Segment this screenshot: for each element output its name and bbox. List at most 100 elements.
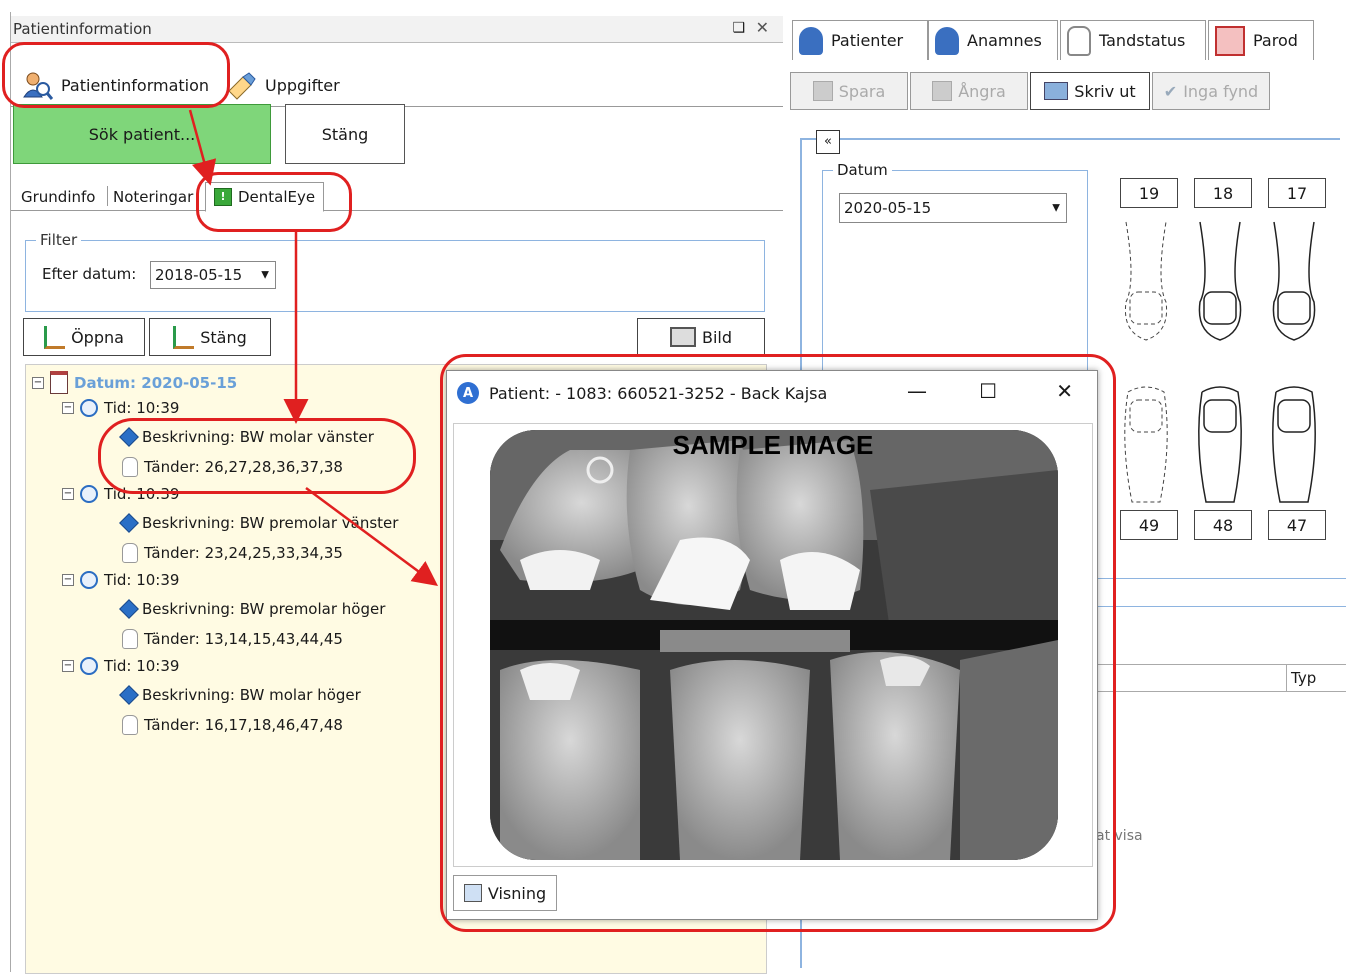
tooth-19-upper	[1124, 221, 1168, 341]
tooth-number-17[interactable]: 17	[1268, 178, 1326, 208]
datum-value: 2020-05-15	[844, 199, 932, 217]
tooth-48-lower	[1198, 386, 1242, 503]
section-rule	[1086, 606, 1346, 607]
collapse-section-button[interactable]: «	[816, 130, 840, 154]
print-button[interactable]: Skriv ut	[1030, 72, 1150, 110]
tooth-chart[interactable]	[1116, 212, 1336, 512]
tooth-number-48[interactable]: 48	[1194, 510, 1252, 540]
image-label: Bild	[701, 327, 733, 347]
close-tree-icon	[173, 325, 195, 349]
tree-teeth-node[interactable]: Tänder: 23,24,25,33,34,35	[122, 543, 343, 563]
tab-tandstatus[interactable]: Tandstatus	[1060, 20, 1206, 60]
tooth-number-18[interactable]: 18	[1194, 178, 1252, 208]
tooth-tab-icon	[1067, 25, 1091, 56]
printer-icon	[1044, 82, 1069, 100]
tooth-18-upper	[1198, 221, 1242, 341]
tree-desc-label: Beskrivning: BW molar höger	[142, 686, 361, 704]
search-patient-button[interactable]: Sök patient...	[13, 104, 271, 164]
check-icon: ✔	[1163, 81, 1178, 101]
tooth-icon	[122, 629, 138, 649]
tab-noteringar[interactable]: Noteringar	[113, 188, 193, 206]
datum-select[interactable]: 2020-05-15 ▼	[839, 193, 1067, 223]
tab-anamnes[interactable]: Anamnes	[928, 20, 1058, 60]
collapse-icon[interactable]: −	[62, 402, 74, 414]
tab-parod[interactable]: Parod	[1208, 20, 1314, 60]
filter-legend: Filter	[36, 231, 82, 249]
collapse-icon[interactable]: −	[62, 488, 74, 500]
close-tree-label: Stäng	[200, 327, 247, 347]
tree-time-node[interactable]: − Tid: 10:39	[62, 399, 179, 417]
section-rule	[1086, 578, 1346, 579]
tree-desc-node[interactable]: Beskrivning: BW premolar höger	[119, 599, 386, 619]
tooth-17-upper	[1272, 221, 1316, 341]
collapse-icon[interactable]: −	[62, 574, 74, 586]
search-patient-label: Sök patient...	[88, 124, 196, 144]
tooth-number-47[interactable]: 47	[1268, 510, 1326, 540]
tree-teeth-label: Tänder: 16,17,18,46,47,48	[144, 716, 343, 734]
no-findings-label: Inga fynd	[1183, 81, 1259, 101]
print-label: Skriv ut	[1074, 81, 1136, 101]
collapse-icon[interactable]: −	[32, 376, 44, 389]
findings-table-header: Typ	[1086, 664, 1346, 692]
pin-icon[interactable]: ❑	[732, 20, 745, 36]
anamnes-icon	[935, 26, 959, 55]
tab-separator	[107, 186, 108, 206]
annotation-ring-patientinfo	[2, 42, 230, 108]
tab-uppgifter[interactable]: Uppgifter	[225, 64, 340, 106]
tooth-number-19[interactable]: 19	[1120, 178, 1178, 208]
tree-time-node[interactable]: − Tid: 10:39	[62, 571, 179, 589]
annotation-ring-tree-entry	[98, 418, 416, 494]
tooth-icon	[122, 715, 138, 735]
save-icon	[812, 81, 833, 101]
tree-desc-node[interactable]: Beskrivning: BW premolar vänster	[119, 513, 399, 533]
tree-desc-label: Beskrivning: BW premolar vänster	[142, 514, 399, 532]
tooth-icon	[122, 543, 138, 563]
save-button[interactable]: Spara	[790, 72, 908, 110]
tab-patienter[interactable]: Patienter	[792, 20, 928, 60]
tree-teeth-label: Tänder: 13,14,15,43,44,45	[144, 630, 343, 648]
tree-date-node[interactable]: − Datum: 2020-05-15	[32, 371, 237, 394]
tree-desc-node[interactable]: Beskrivning: BW molar höger	[119, 685, 361, 705]
tree-time-label: Tid: 10:39	[104, 399, 180, 417]
tree-teeth-label: Tänder: 23,24,25,33,34,35	[144, 544, 343, 562]
tree-time-node[interactable]: − Tid: 10:39	[62, 657, 179, 675]
tooth-number-49[interactable]: 49	[1120, 510, 1178, 540]
tree-teeth-node[interactable]: Tänder: 13,14,15,43,44,45	[122, 629, 343, 649]
tab-anamnes-label: Anamnes	[967, 31, 1042, 50]
column-type[interactable]: Typ	[1286, 665, 1316, 691]
close-panel-icon[interactable]: ✕	[756, 18, 769, 37]
section-rule	[800, 138, 1340, 140]
tree-time-label: Tid: 10:39	[104, 657, 180, 675]
calendar-icon	[50, 371, 68, 394]
panel-title: Patientinformation	[13, 20, 152, 38]
date-filter-select[interactable]: 2018-05-15 ▼	[150, 261, 276, 289]
clock-icon	[80, 657, 98, 675]
tree-desc-label: Beskrivning: BW premolar höger	[142, 600, 386, 618]
patients-icon	[799, 26, 823, 55]
image-icon	[669, 327, 696, 347]
watermark-text: SAMPLE IMAGE	[672, 430, 874, 460]
image-button[interactable]: Bild	[637, 318, 765, 356]
tab-grundinfo[interactable]: Grundinfo	[21, 188, 95, 206]
clock-icon	[80, 571, 98, 589]
undo-label: Ångra	[958, 81, 1006, 101]
tab-patienter-label: Patienter	[831, 31, 904, 50]
info-icon	[119, 513, 139, 533]
close-patient-label: Stäng	[321, 124, 369, 144]
collapse-icon[interactable]: −	[62, 660, 74, 672]
sub-tabs: Grundinfo Noteringar ! DentalEye	[11, 182, 783, 212]
open-tree-icon	[44, 325, 66, 349]
chevron-down-icon: ▼	[1052, 202, 1060, 214]
chevron-down-icon: ▼	[261, 269, 269, 281]
save-label: Spara	[838, 81, 886, 101]
open-button[interactable]: Öppna	[23, 318, 145, 356]
undo-button[interactable]: Ångra	[910, 72, 1028, 110]
no-findings-button[interactable]: ✔ Inga fynd	[1152, 72, 1270, 110]
open-label: Öppna	[71, 327, 124, 347]
filter-group: Filter Efter datum: 2018-05-15 ▼	[25, 231, 765, 312]
close-patient-button[interactable]: Stäng	[285, 104, 405, 164]
date-filter-value: 2018-05-15	[155, 266, 243, 284]
close-tree-button[interactable]: Stäng	[149, 318, 271, 356]
tree-teeth-node[interactable]: Tänder: 16,17,18,46,47,48	[122, 715, 343, 735]
annotation-ring-dentaleye	[196, 172, 352, 232]
